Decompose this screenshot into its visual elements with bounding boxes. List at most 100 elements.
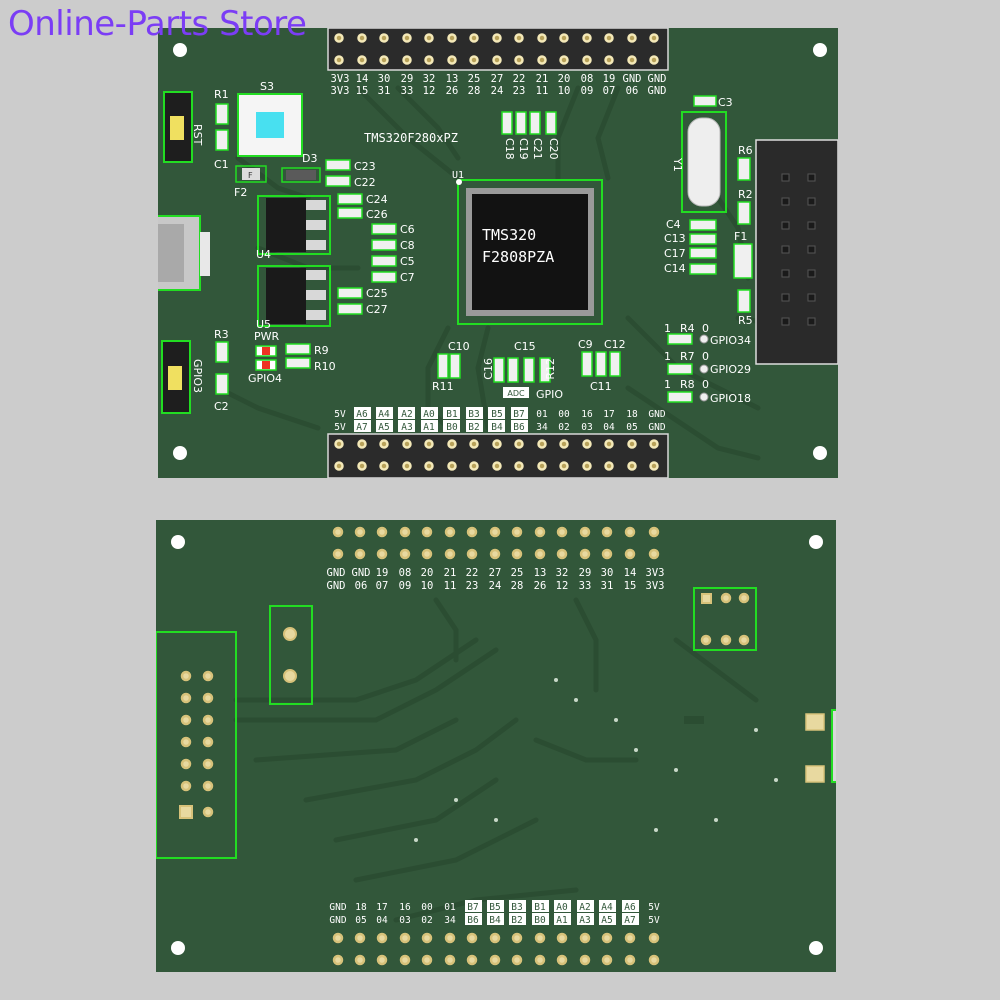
svg-text:16: 16 <box>581 409 593 420</box>
c23-label: C23 <box>354 160 376 173</box>
svg-text:B1: B1 <box>534 902 546 913</box>
svg-text:GND: GND <box>352 567 371 579</box>
svg-text:34: 34 <box>444 915 456 926</box>
svg-text:00: 00 <box>558 409 570 420</box>
f2-label: F2 <box>234 186 247 199</box>
pcb-bottom-drawing: GND GND 19 08 20 21 22 27 25 13 32 29 30 14 3V3 GND 06 0… <box>156 526 836 966</box>
svg-text:09: 09 <box>399 580 412 592</box>
svg-text:00: 00 <box>421 902 433 913</box>
svg-text:5V: 5V <box>334 409 346 420</box>
svg-text:A1: A1 <box>423 422 435 433</box>
svg-text:GND: GND <box>329 915 346 926</box>
r3-label: R3 <box>214 328 229 341</box>
c10-label: C10 <box>448 340 470 353</box>
svg-text:24: 24 <box>491 85 504 97</box>
pwr-label: PWR <box>254 330 280 343</box>
r8-pin0-label: 0 <box>702 378 709 391</box>
svg-text:A4: A4 <box>601 902 613 913</box>
svg-text:13: 13 <box>446 73 459 85</box>
c2-label: C2 <box>214 400 229 413</box>
y1-label: Y1 <box>671 157 684 172</box>
c21-label: C21 <box>531 138 544 160</box>
r6-label: R6 <box>738 144 753 157</box>
gpio-label: GPIO <box>536 388 563 401</box>
svg-text:A1: A1 <box>556 915 568 926</box>
mount-hole <box>173 446 187 460</box>
regulator-u4 <box>257 195 331 255</box>
svg-text:31: 31 <box>378 85 391 97</box>
d3-label: D3 <box>302 152 317 165</box>
svg-text:3V3: 3V3 <box>331 85 350 97</box>
svg-text:08: 08 <box>581 73 594 85</box>
button-pads-bottom <box>693 587 757 651</box>
svg-text:32: 32 <box>423 73 436 85</box>
svg-text:B5: B5 <box>489 902 500 913</box>
svg-text:11: 11 <box>536 85 549 97</box>
bottom-top-header-labels-row2: GND 06 07 09 10 11 23 24 28 26 12 33 31 15 3V3 <box>327 580 665 592</box>
micro-usb-port[interactable] <box>158 215 210 291</box>
r4-pin1-label: 1 <box>664 322 671 335</box>
rst-label: RST <box>191 124 204 146</box>
mount-hole <box>173 43 187 57</box>
svg-text:16: 16 <box>399 902 411 913</box>
r9-label: R9 <box>314 344 329 357</box>
bottom-header-labels-row1: 5V A6 A4 A2 A0 B1 B3 B5 B7 01 00 16 17 18 GND <box>334 409 666 420</box>
svg-text:34: 34 <box>536 422 548 433</box>
svg-text:B2: B2 <box>511 915 522 926</box>
c16-label: C16 <box>482 358 495 380</box>
c4-label: C4 <box>666 218 681 231</box>
svg-text:14: 14 <box>624 567 637 579</box>
svg-text:A7: A7 <box>624 915 635 926</box>
r7-label: R7 <box>680 350 695 363</box>
chip-marking-line2: F2808PZA <box>482 248 554 266</box>
svg-text:19: 19 <box>376 567 389 579</box>
svg-text:GND: GND <box>648 73 667 85</box>
c5-label: C5 <box>400 255 415 268</box>
jtag-pads-bottom <box>156 631 237 859</box>
reset-button[interactable] <box>163 91 193 163</box>
svg-text:23: 23 <box>513 85 526 97</box>
svg-text:19: 19 <box>603 73 616 85</box>
svg-text:A2: A2 <box>579 902 590 913</box>
bottom-top-header-labels-row1: GND GND 19 08 20 21 22 27 25 13 32 29 30 14 3V3 <box>327 567 665 579</box>
top-pin-header <box>327 28 669 71</box>
svg-text:B7: B7 <box>467 902 478 913</box>
pcb-top-side: 3V3 14 30 29 32 13 25 27 22 21 20 08 19 GND GND 3V3 15 3… <box>158 28 838 478</box>
svg-text:02: 02 <box>558 422 569 433</box>
pcb-bottom-side: GND GND 19 08 20 21 22 27 25 13 32 29 30 14 3V3 GND 06 0… <box>156 520 836 972</box>
c25-label: C25 <box>366 287 388 300</box>
svg-text:28: 28 <box>511 580 524 592</box>
gpio4-label: GPIO4 <box>248 372 282 385</box>
r1-label: R1 <box>214 88 229 101</box>
svg-text:27: 27 <box>489 567 502 579</box>
bottom-header-labels-row2: 5V A7 A5 A3 A1 B0 B2 B4 B6 34 02 03 04 05 GND <box>334 422 666 433</box>
svg-text:B6: B6 <box>513 422 525 433</box>
crystal-y1 <box>681 111 727 213</box>
svg-text:B4: B4 <box>489 915 501 926</box>
svg-text:07: 07 <box>603 85 616 97</box>
r4-label: R4 <box>680 322 695 335</box>
r10-label: R10 <box>314 360 336 373</box>
adc-label: ADC <box>507 389 525 398</box>
svg-text:05: 05 <box>355 915 366 926</box>
mount-hole <box>809 535 823 549</box>
switch-s3[interactable] <box>237 93 303 157</box>
store-watermark: Online-Parts Store <box>8 4 307 44</box>
svg-text:23: 23 <box>466 580 479 592</box>
svg-text:GND: GND <box>623 73 642 85</box>
svg-text:29: 29 <box>579 567 592 579</box>
svg-text:33: 33 <box>401 85 414 97</box>
svg-text:15: 15 <box>624 580 637 592</box>
svg-text:21: 21 <box>444 567 457 579</box>
r4-pin0-label: 0 <box>702 322 709 335</box>
gpio18-label: GPIO18 <box>710 392 751 405</box>
bottom-bottom-header-pads <box>332 932 660 966</box>
svg-text:5V: 5V <box>334 422 346 433</box>
svg-text:A3: A3 <box>579 915 590 926</box>
gpio3-button[interactable] <box>161 340 191 414</box>
svg-text:A6: A6 <box>624 902 636 913</box>
mount-hole <box>171 535 185 549</box>
svg-text:09: 09 <box>581 85 594 97</box>
svg-text:01: 01 <box>444 902 456 913</box>
c9-label: C9 <box>578 338 593 351</box>
